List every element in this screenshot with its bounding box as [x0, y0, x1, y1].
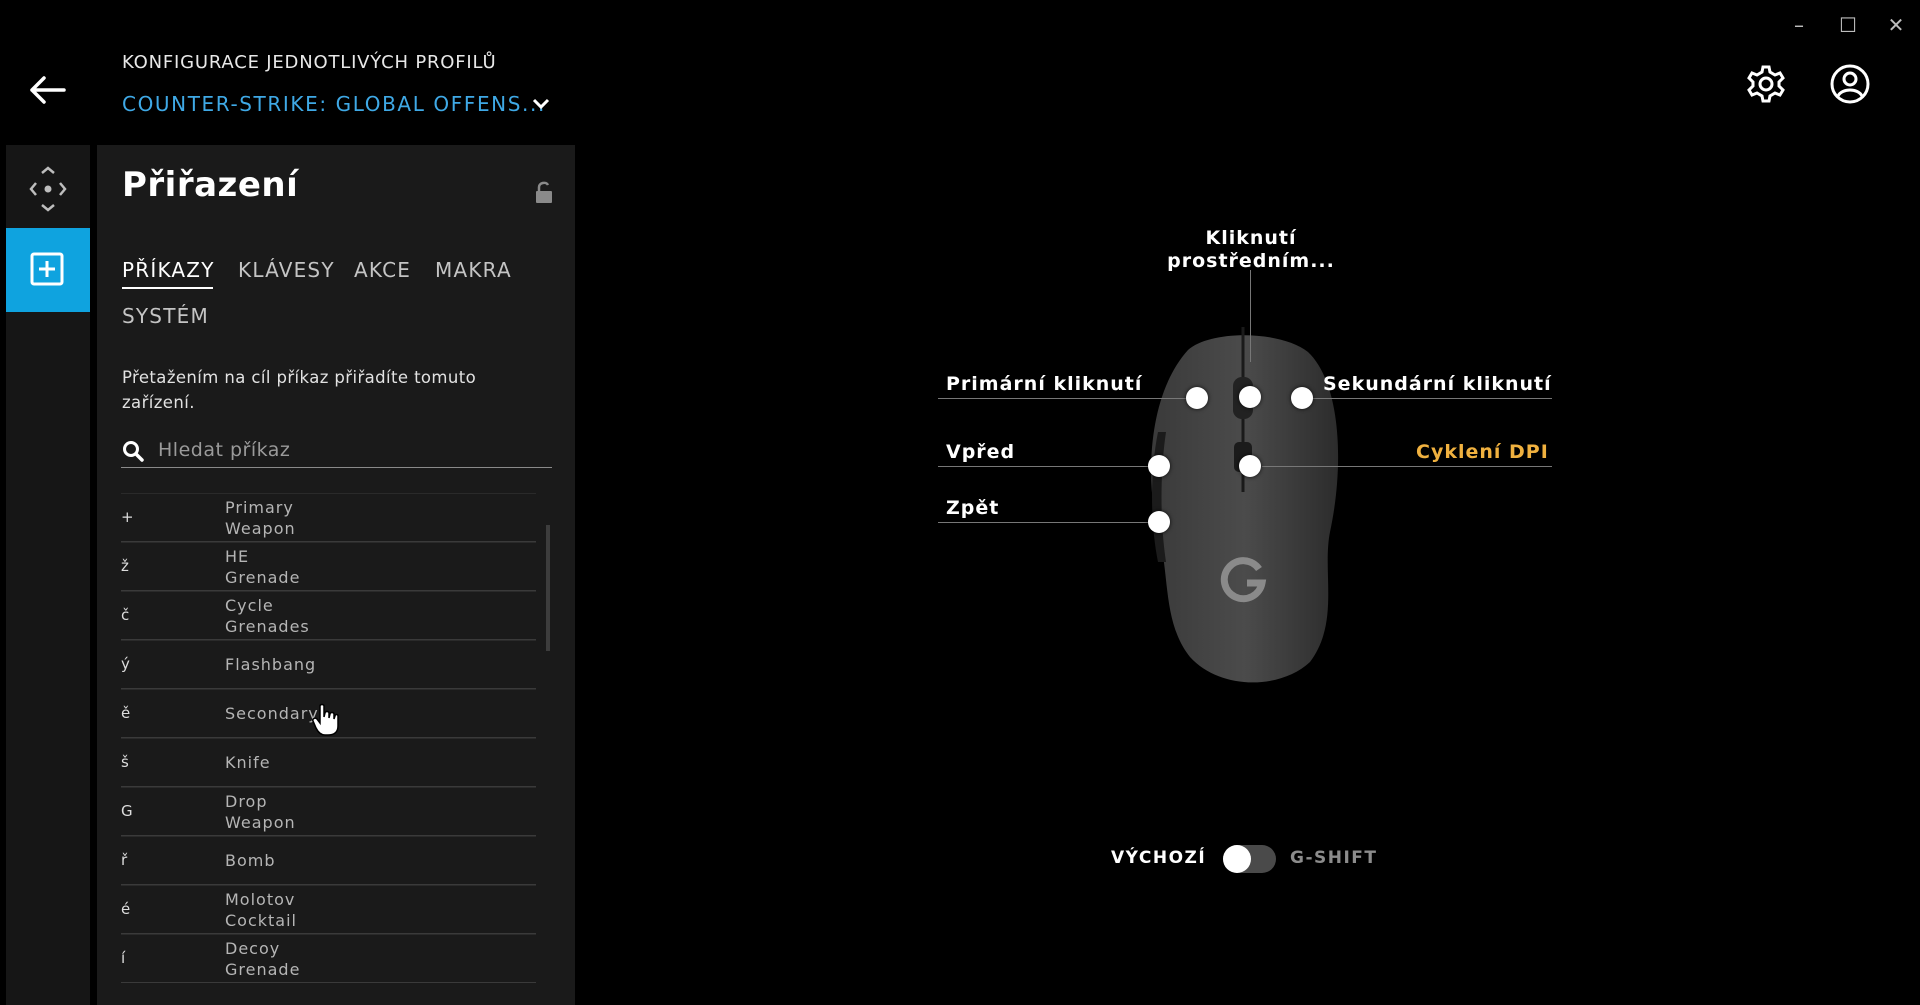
back-button-dot[interactable] [1148, 511, 1170, 533]
label-back[interactable]: Zpět [946, 497, 999, 519]
command-name: Bomb [225, 851, 276, 870]
tab-keys[interactable]: KLÁVESY [238, 258, 335, 282]
page-subtitle: KONFIGURACE JEDNOTLIVÝCH PROFILŮ [122, 52, 497, 73]
list-item[interactable]: ý Flashbang [121, 640, 536, 689]
list-item[interactable]: ž HE Grenade [121, 542, 536, 591]
back-arrow-icon[interactable] [26, 70, 70, 110]
close-button[interactable]: ✕ [1881, 10, 1911, 40]
primary-click-dot[interactable] [1186, 387, 1208, 409]
command-key: š [121, 753, 129, 771]
list-item[interactable]: í Decoy Grenade [121, 934, 536, 983]
command-name: Flashbang [225, 655, 317, 674]
command-list: + Primary Weapon ž HE Grenade č Cycle Grena… [121, 493, 536, 983]
list-item[interactable]: š Knife [121, 738, 536, 787]
callout-line-dpi [1262, 466, 1552, 467]
move-icon[interactable] [6, 145, 90, 227]
command-name: Knife [225, 753, 271, 772]
profile-selector[interactable]: COUNTER-STRIKE: GLOBAL OFFENS... [122, 92, 546, 116]
user-account-icon[interactable] [1828, 62, 1872, 106]
forward-button-dot[interactable] [1148, 455, 1170, 477]
command-name: Molotov Cocktail [225, 889, 297, 930]
drag-hint-text: Přetažením na cíl příkaz přiřadíte tomut… [122, 368, 477, 412]
gshift-toggle-knob[interactable] [1223, 845, 1251, 873]
command-key: í [121, 949, 126, 967]
tab-macros[interactable]: MAKRA [435, 258, 512, 282]
command-name: Primary Weapon [225, 497, 296, 538]
command-key: ě [121, 704, 131, 722]
list-item[interactable]: č Cycle Grenades [121, 591, 536, 640]
callout-line-primary [938, 398, 1198, 399]
command-key: ý [121, 655, 130, 673]
command-name: Drop Weapon [225, 791, 296, 832]
active-tab-underline [122, 287, 213, 289]
chevron-down-icon[interactable] [530, 96, 552, 112]
default-mode-label: VÝCHOZÍ [1111, 848, 1207, 868]
search-input[interactable] [158, 433, 548, 467]
list-item[interactable]: G Drop Weapon [121, 787, 536, 836]
maximize-button[interactable]: ☐ [1833, 10, 1863, 40]
unlock-icon[interactable] [534, 180, 554, 204]
label-middle-click[interactable]: Kliknutí prostředním... [1161, 227, 1341, 273]
hand-cursor-icon [312, 703, 340, 737]
scrollbar[interactable] [546, 525, 550, 651]
panel-title: Přiřazení [122, 165, 299, 205]
assignments-nav-button[interactable] [6, 228, 90, 312]
tab-commands[interactable]: PŘÍKAZY [122, 258, 215, 282]
command-key: č [121, 606, 130, 624]
dpi-cycle-dot[interactable] [1239, 455, 1261, 477]
list-item[interactable]: ř Bomb [121, 836, 536, 885]
gear-icon[interactable] [1744, 62, 1788, 106]
command-name: HE Grenade [225, 546, 301, 587]
command-name: Cycle Grenades [225, 595, 310, 636]
search-underline [121, 467, 552, 468]
command-key: ž [121, 557, 129, 575]
label-secondary-click[interactable]: Sekundární kliknutí [1323, 373, 1552, 395]
secondary-click-dot[interactable] [1291, 387, 1313, 409]
tab-actions[interactable]: AKCE [354, 258, 411, 282]
callout-line-middle [1250, 270, 1251, 362]
list-item[interactable]: é Molotov Cocktail [121, 885, 536, 934]
command-key: + [121, 508, 134, 526]
callout-line-secondary [1303, 398, 1552, 399]
gshift-mode-label: G-SHIFT [1290, 848, 1378, 868]
command-key: ř [121, 851, 128, 869]
label-forward[interactable]: Vpřed [946, 441, 1015, 463]
search-icon [121, 439, 145, 463]
mouse-illustration [1151, 327, 1339, 683]
minimize-button[interactable]: – [1784, 10, 1814, 40]
label-dpi-cycle[interactable]: Cyklení DPI [1416, 441, 1549, 463]
callout-line-forward [938, 466, 1160, 467]
callout-line-back [938, 522, 1160, 523]
command-key: G [121, 802, 133, 820]
list-item[interactable]: + Primary Weapon [121, 493, 536, 542]
command-name: Decoy Grenade [225, 938, 301, 979]
middle-click-dot[interactable] [1239, 386, 1261, 408]
tab-system[interactable]: SYSTÉM [122, 304, 209, 328]
label-primary-click[interactable]: Primární kliknutí [946, 373, 1142, 395]
command-key: é [121, 900, 131, 918]
